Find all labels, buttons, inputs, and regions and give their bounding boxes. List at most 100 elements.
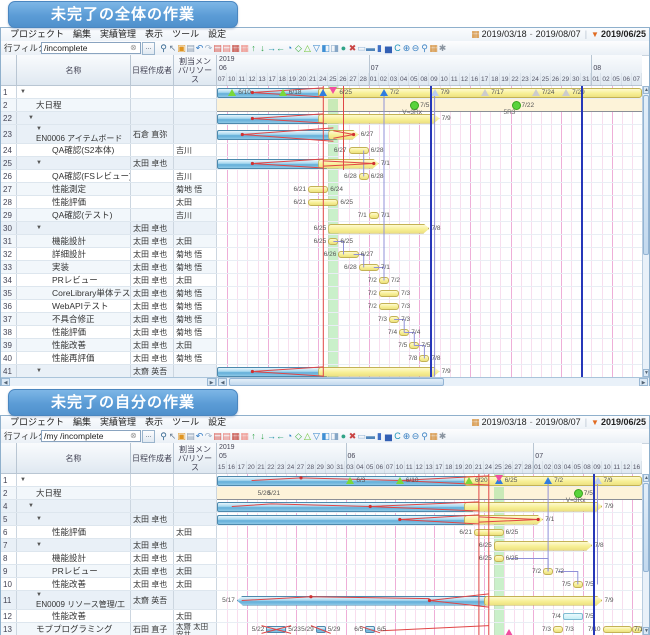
vertical-scroll-thumb[interactable] — [643, 95, 649, 255]
menu-item-4[interactable]: ツール — [172, 28, 199, 41]
milestone-remove-icon[interactable]: ▽ — [312, 429, 321, 443]
menu-item-3[interactable]: 表示 — [145, 416, 163, 429]
task-row[interactable]: 1▼PS2v3.1 — [1, 474, 217, 487]
gantt-bar[interactable] — [494, 555, 504, 562]
gantt-bar[interactable] — [328, 130, 358, 140]
gantt-bar[interactable] — [389, 316, 399, 323]
gantt-bar[interactable] — [484, 596, 603, 606]
gantt-bar[interactable] — [338, 251, 358, 258]
outdent-icon[interactable]: → — [267, 429, 276, 443]
menu-item-4[interactable]: ツール — [172, 416, 199, 429]
milestone-planned-icon[interactable] — [594, 477, 602, 484]
gantt-bar[interactable] — [543, 568, 553, 575]
task-row[interactable]: 13モブプログラミング石田 直子太齋 太田 安井… — [1, 623, 217, 635]
gantt-bar[interactable] — [318, 88, 642, 98]
baseline-marker-icon[interactable] — [505, 629, 513, 635]
histogram-icon[interactable]: ▅ — [384, 429, 393, 443]
bar-view-icon[interactable]: ▬ — [366, 41, 375, 55]
menu-item-0[interactable]: プロジェクト — [10, 28, 64, 41]
vertical-scrollbar[interactable]: ▲▼ — [642, 474, 649, 635]
task-row[interactable]: 30▼PJ横断APIのリソース指定太田 卓也 — [1, 222, 217, 235]
scroll-down-button[interactable]: ▼ — [643, 627, 649, 635]
task-row[interactable]: 26QA確認(FSレビュー)吉川 — [1, 170, 217, 183]
redo-icon[interactable]: ↷ — [204, 429, 213, 443]
task-row[interactable]: 35CoreLibrary単体テスト太田 卓也菊地 悟 — [1, 287, 217, 300]
expander-icon[interactable]: ▼ — [20, 474, 128, 486]
gantt-bar[interactable] — [464, 476, 642, 486]
clear-icon[interactable]: ✖ — [348, 41, 357, 55]
milestone-green-icon[interactable] — [279, 89, 287, 96]
task-row[interactable]: 7▼PJ横断APIのリソース指定太田 卓也 — [1, 539, 217, 552]
gantt-bar[interactable] — [603, 626, 633, 633]
gantt-bar[interactable] — [494, 541, 593, 551]
menu-item-2[interactable]: 実績管理 — [100, 28, 136, 41]
expander-icon[interactable]: ▼ — [36, 365, 128, 377]
filter-date-marker-icon[interactable] — [329, 87, 337, 94]
gantt-bar[interactable] — [563, 613, 583, 620]
expander-icon[interactable]: ▼ — [36, 513, 128, 525]
gantt-bar[interactable] — [217, 515, 474, 525]
progress-icon[interactable]: ◔ — [285, 41, 294, 55]
gantt-bar[interactable] — [328, 224, 429, 234]
filter-date-marker-icon[interactable] — [495, 475, 503, 482]
print-icon[interactable]: ▤ — [186, 41, 195, 55]
task-row[interactable]: 38性能評価太田 卓也菊地 悟 — [1, 326, 217, 339]
outdent-icon[interactable]: → — [267, 41, 276, 55]
task-row[interactable]: 34PRレビュー太田 卓也太田 — [1, 274, 217, 287]
gantt-bar[interactable] — [474, 529, 504, 536]
gantt-bar[interactable] — [399, 329, 409, 336]
task-row[interactable]: 40性能再評価太田 卓也菊地 悟 — [1, 352, 217, 365]
undo-icon[interactable]: ↶ — [195, 41, 204, 55]
expander-icon[interactable]: ▼ — [28, 500, 128, 512]
expander-icon[interactable]: ▼ — [36, 222, 128, 234]
milestone-blue-icon[interactable] — [544, 477, 552, 484]
baseline-save-icon[interactable]: ▤ — [213, 429, 222, 443]
expander-icon[interactable]: ▼ — [20, 86, 128, 98]
gantt-bar[interactable] — [379, 277, 389, 284]
task-row[interactable]: 8機能設計太田 卓也太田 — [1, 552, 217, 565]
menu-item-1[interactable]: 編集 — [73, 416, 91, 429]
task-row[interactable]: 24QA確認(S2本体)吉川 — [1, 144, 217, 157]
menu-item-2[interactable]: 実績管理 — [100, 416, 136, 429]
gantt-bar[interactable] — [359, 173, 369, 180]
table-scroll-right-button[interactable]: ▶ — [207, 378, 216, 386]
task-row[interactable]: 32詳細設計太田 卓也菊地 悟 — [1, 248, 217, 261]
gantt-bar[interactable] — [573, 581, 583, 588]
flat-view-icon[interactable]: ▭ — [357, 41, 366, 55]
task-row[interactable]: 10性能改善太田 卓也太田 — [1, 578, 217, 591]
horizontal-scroll-thumb[interactable] — [229, 378, 444, 386]
settings-icon[interactable]: ✱ — [438, 41, 447, 55]
gantt-bar[interactable] — [409, 342, 419, 349]
scroll-down-button[interactable]: ▼ — [643, 369, 649, 377]
search-icon[interactable]: ⚲ — [159, 41, 168, 55]
horizontal-scrollbar[interactable]: ◀▶◀▶ — [1, 377, 649, 386]
task-row[interactable]: 1▼PS2v3.1 — [1, 86, 217, 99]
row-filter-input[interactable]: /my /incomplete — [41, 430, 141, 442]
progress-bar-icon[interactable]: ▮ — [375, 429, 384, 443]
print-icon[interactable]: ▤ — [186, 429, 195, 443]
vertical-scroll-thumb[interactable] — [643, 483, 649, 572]
menu-item-1[interactable]: 編集 — [73, 28, 91, 41]
undo-icon[interactable]: ↶ — [195, 429, 204, 443]
baseline-clear-icon[interactable]: ▦ — [240, 429, 249, 443]
task-row[interactable]: 4▼機能エンハンス — [1, 500, 217, 513]
task-row[interactable]: 2大日程 — [1, 99, 217, 112]
milestone-future-icon[interactable] — [562, 89, 570, 96]
calendar-view-icon[interactable]: ▦ — [429, 41, 438, 55]
move-up-icon[interactable]: ↑ — [249, 41, 258, 55]
gantt-bar[interactable] — [419, 355, 429, 362]
indent-icon[interactable]: ← — [276, 41, 285, 55]
link-icon[interactable]: ◇ — [294, 429, 303, 443]
milestone-green-icon[interactable] — [465, 477, 473, 484]
expander-icon[interactable]: ▼ — [28, 112, 128, 124]
gantt-bar[interactable] — [349, 147, 369, 154]
gantt-bar[interactable] — [379, 290, 399, 297]
milestone-green-icon[interactable] — [228, 89, 236, 96]
milestone-add-icon[interactable]: △ — [303, 41, 312, 55]
baseline-show-icon[interactable]: ▤ — [222, 429, 231, 443]
gantt-bar[interactable] — [318, 159, 379, 169]
task-row[interactable]: 29QA確認(テスト)吉川 — [1, 209, 217, 222]
menu-item-0[interactable]: プロジェクト — [10, 416, 64, 429]
task-row[interactable]: 11▼EN0009 リソース管理/工数管理強化(リソースグラフ実装表示)太齋 英… — [1, 591, 217, 610]
expander-icon[interactable]: ▼ — [36, 539, 128, 551]
